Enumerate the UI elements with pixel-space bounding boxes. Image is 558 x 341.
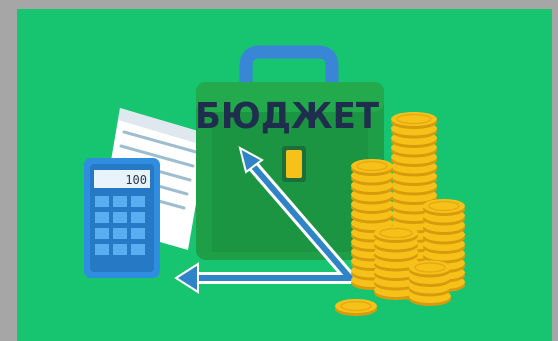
banner-title: БЮДЖЕТ [195, 96, 379, 137]
calculator-display-value: 100 [125, 173, 147, 187]
budget-illustration: 100 БЮДЖЕТ [84, 45, 465, 316]
image-frame: 100 БЮДЖЕТ [0, 0, 558, 341]
calculator-icon: 100 [84, 158, 160, 278]
